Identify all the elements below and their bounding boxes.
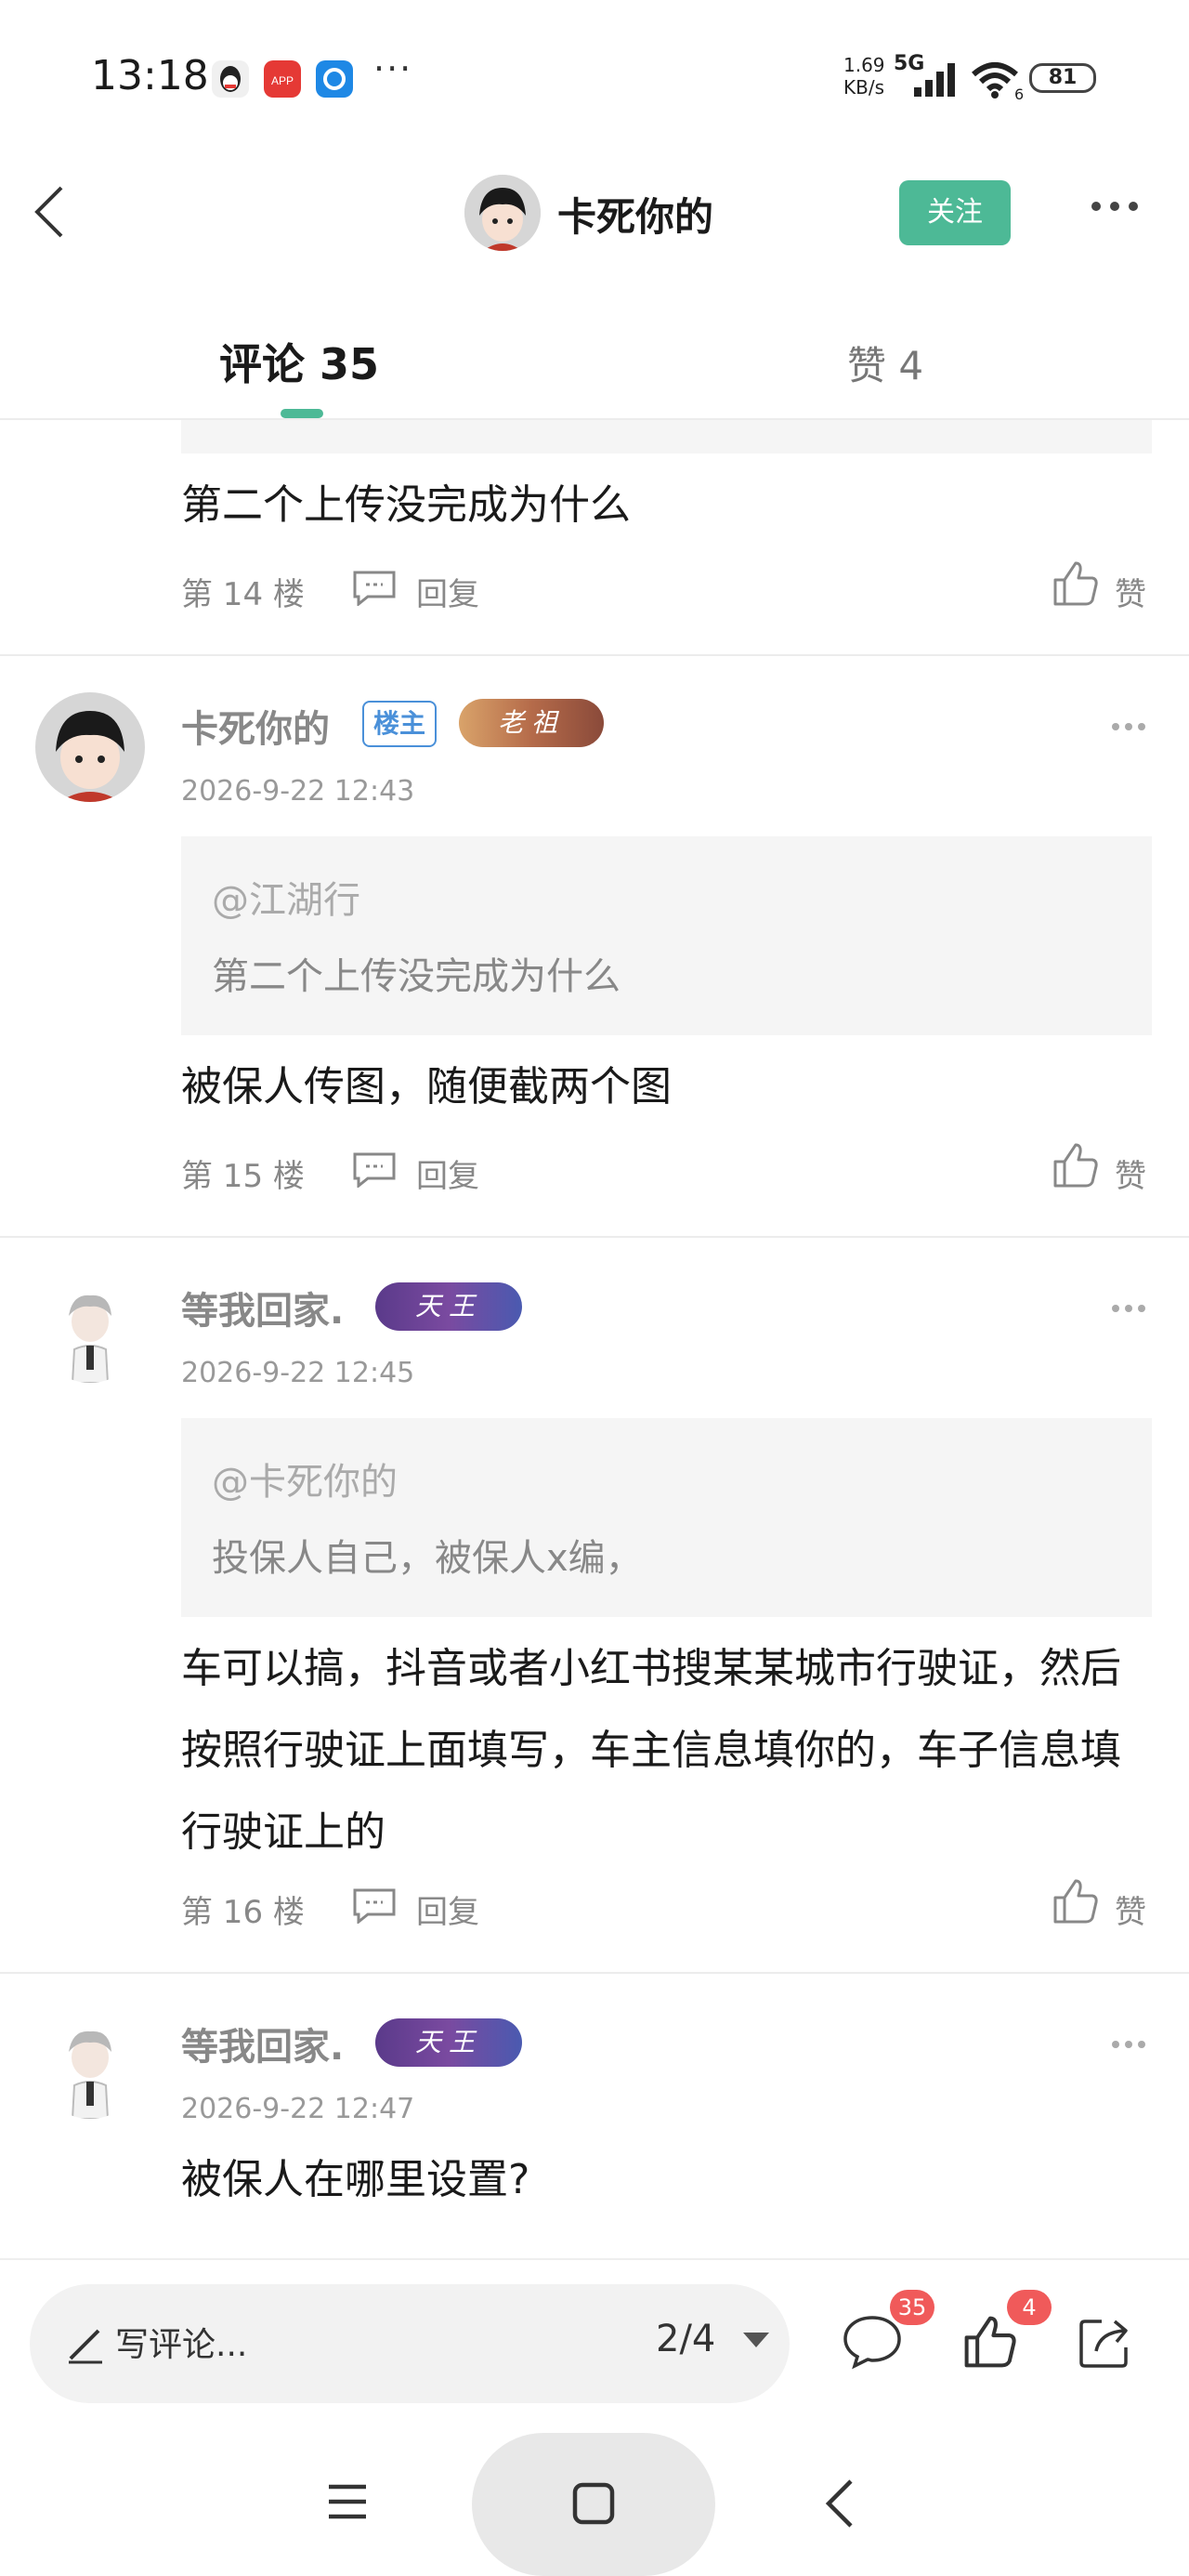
comment-floor: 第 14 楼 xyxy=(181,576,305,613)
like-button[interactable] xyxy=(1052,1141,1100,1193)
quote-mention[interactable]: @卡死你的 xyxy=(212,1452,398,1505)
reply-label[interactable]: 回复 xyxy=(416,569,479,614)
quoted-comment[interactable]: @卡死你的 投保人自己，被保人x编， xyxy=(181,1418,1152,1617)
browser-app-icon xyxy=(316,60,353,98)
rank-badge: 老祖 xyxy=(459,699,604,747)
chevron-down-icon[interactable] xyxy=(743,2333,769,2347)
like-label[interactable]: 赞 xyxy=(1115,1150,1146,1196)
menu-icon xyxy=(329,2484,366,2519)
comments-button[interactable] xyxy=(842,2314,903,2373)
system-back-button[interactable] xyxy=(821,2477,858,2533)
like-button[interactable] xyxy=(1052,1877,1100,1929)
qq-app-icon xyxy=(212,60,249,98)
reply-icon xyxy=(353,571,396,608)
comment-more-button[interactable] xyxy=(1111,1286,1146,1323)
pencil-icon xyxy=(65,2323,106,2368)
thumbs-up-icon xyxy=(1053,1879,1098,1924)
share-icon xyxy=(1079,2320,1128,2368)
comment-date: 2026-9-22 12:47 xyxy=(181,2093,415,2125)
quote-text: 投保人自己，被保人x编， xyxy=(212,1537,643,1580)
comment-text: 第二个上传没完成为什么 xyxy=(181,481,631,529)
more-dots-icon xyxy=(1091,202,1138,211)
comment-username[interactable]: 等我回家. xyxy=(181,1281,344,1334)
comment-floor: 第 16 楼 xyxy=(181,1894,305,1931)
comment-floor: 第 15 楼 xyxy=(181,1158,305,1195)
signal-icon xyxy=(912,61,959,102)
commenter-avatar[interactable] xyxy=(35,1273,145,1383)
more-dots-icon xyxy=(1112,723,1145,730)
reply-label[interactable]: 回复 xyxy=(416,1886,479,1932)
status-bar: 13:18 APP ··· 1.69 KB/s 5G 6 81 xyxy=(0,0,1189,158)
network-speed-unit: KB/s xyxy=(843,76,884,99)
network-speed: 1.69 KB/s xyxy=(843,54,885,99)
status-time: 13:18 xyxy=(91,52,209,99)
comment-bubble-icon xyxy=(843,2316,901,2370)
thumbs-up-icon xyxy=(964,2316,1016,2368)
more-dots-icon xyxy=(1112,2041,1145,2048)
comment-date: 2026-9-22 12:45 xyxy=(181,1357,415,1389)
wifi-level: 6 xyxy=(1014,85,1025,103)
thumbs-up-icon xyxy=(1053,561,1098,606)
quoted-comment[interactable]: @江湖行 第二个上传没完成为什么 xyxy=(181,836,1152,1035)
author-avatar[interactable] xyxy=(464,175,541,251)
quote-mention[interactable]: @江湖行 xyxy=(212,870,360,924)
reply-icon xyxy=(353,1152,396,1189)
status-overflow-icon: ··· xyxy=(373,48,413,89)
commenter-avatar[interactable] xyxy=(35,2009,145,2119)
back-arrow-icon xyxy=(34,186,63,238)
home-square-icon xyxy=(571,2481,616,2530)
author-name[interactable]: 卡死你的 xyxy=(557,186,713,243)
wifi-icon: 6 xyxy=(970,61,1024,103)
reply-button[interactable] xyxy=(351,569,398,610)
share-button[interactable] xyxy=(1076,2312,1135,2375)
reply-button[interactable] xyxy=(351,1886,398,1927)
like-button[interactable] xyxy=(1052,559,1100,611)
battery-indicator: 81 xyxy=(1029,63,1096,93)
more-dots-icon xyxy=(1112,1305,1145,1312)
page-indicator[interactable]: 2/4 xyxy=(656,2318,715,2360)
tab-active-indicator xyxy=(281,409,323,418)
follow-button[interactable]: 关注 xyxy=(899,180,1011,245)
tab-likes[interactable]: 赞 4 xyxy=(847,335,923,391)
like-label[interactable]: 赞 xyxy=(1115,569,1146,614)
network-speed-value: 1.69 xyxy=(843,54,885,76)
comment-text: 被保人在哪里设置? xyxy=(181,2156,530,2203)
like-post-button[interactable] xyxy=(962,2314,1018,2373)
comment-divider xyxy=(0,1972,1189,1974)
rank-badge: 天王 xyxy=(375,2018,522,2067)
comment-count-badge: 35 xyxy=(890,2290,934,2325)
recent-apps-button[interactable] xyxy=(325,2479,370,2528)
svg-text:APP: APP xyxy=(271,74,294,87)
quote-text: 第二个上传没完成为什么 xyxy=(212,955,621,998)
write-comment-placeholder[interactable]: 写评论... xyxy=(115,2318,247,2366)
tab-comments[interactable]: 评论 35 xyxy=(219,331,379,392)
shopping-app-icon: APP xyxy=(264,60,301,98)
rank-badge: 天王 xyxy=(375,1282,522,1331)
back-button[interactable] xyxy=(28,184,74,240)
like-count-badge: 4 xyxy=(1007,2290,1052,2325)
reply-button[interactable] xyxy=(351,1150,398,1191)
comment-text: 车可以搞，抖音或者小红书搜某某城市行驶证，然后按照行驶证上面填写，车主信息填你的… xyxy=(181,1645,1121,1856)
reply-label[interactable]: 回复 xyxy=(416,1150,479,1196)
comment-divider xyxy=(0,654,1189,656)
quote-box-partial xyxy=(181,420,1152,453)
bottom-bar-divider xyxy=(0,2258,1189,2260)
comment-username[interactable]: 卡死你的 xyxy=(181,699,330,753)
owner-badge: 楼主 xyxy=(362,701,438,747)
commenter-avatar[interactable] xyxy=(35,692,145,802)
like-label[interactable]: 赞 xyxy=(1115,1886,1146,1932)
reply-icon xyxy=(353,1888,396,1925)
comment-username[interactable]: 等我回家. xyxy=(181,2017,344,2070)
comment-text: 被保人传图，随便截两个图 xyxy=(181,1063,672,1111)
comment-date: 2026-9-22 12:43 xyxy=(181,775,415,808)
more-options-button[interactable] xyxy=(1089,197,1141,216)
comment-divider xyxy=(0,1236,1189,1238)
comment-more-button[interactable] xyxy=(1111,2022,1146,2059)
thumbs-up-icon xyxy=(1053,1143,1098,1188)
back-arrow-icon xyxy=(825,2479,853,2528)
comment-more-button[interactable] xyxy=(1111,704,1146,742)
